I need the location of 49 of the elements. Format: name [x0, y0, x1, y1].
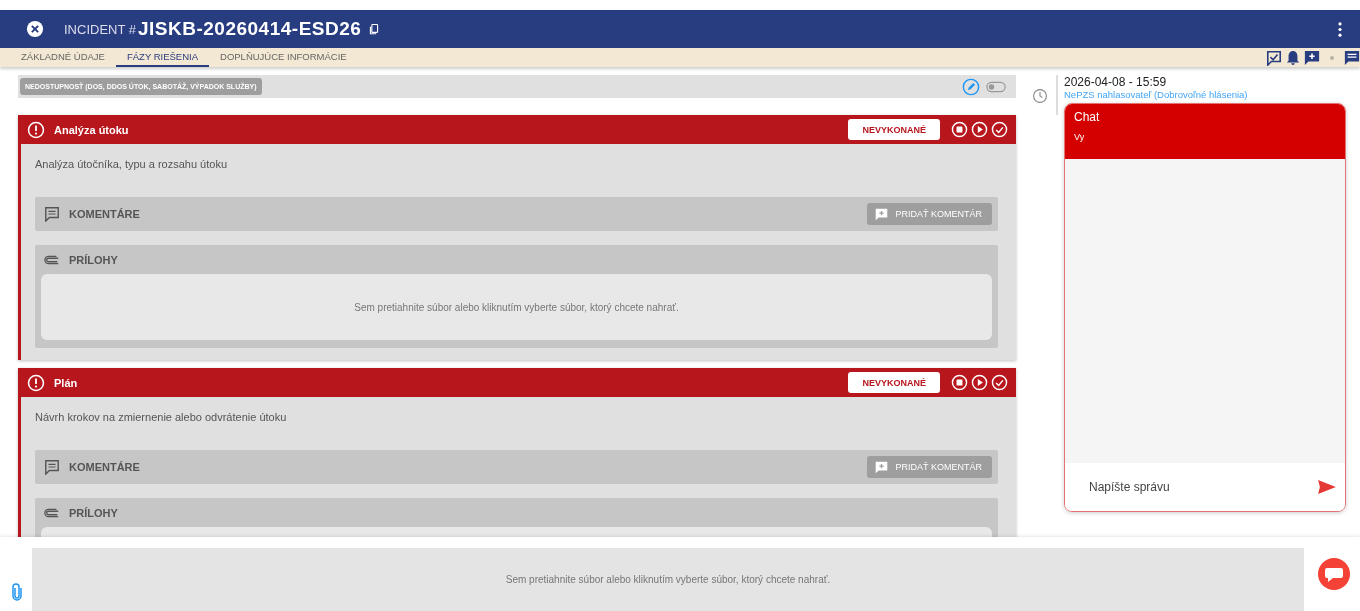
stop-icon[interactable]	[951, 121, 968, 138]
chat-subtitle: Vy	[1074, 132, 1086, 142]
alert-icon	[27, 120, 45, 139]
section-title: KOMENTÁRE	[69, 461, 140, 473]
section-title: KOMENTÁRE	[69, 208, 140, 220]
play-icon[interactable]	[971, 374, 988, 391]
phase-title: Plán	[54, 376, 78, 389]
comment-icon	[44, 459, 60, 475]
reporter-link[interactable]: NePZS nahlasovateľ (Dobrovoľné hlásenia)	[1064, 89, 1360, 100]
comment-icon[interactable]	[1344, 49, 1360, 66]
incident-id: JISKB-20260414-ESD26	[138, 18, 362, 40]
chat-title: Chat	[1074, 110, 1101, 124]
add-comment-button[interactable]: PRIDAŤ KOMENTÁR	[867, 203, 992, 225]
toggle-switch[interactable]	[986, 80, 1006, 93]
dot-icon	[1329, 54, 1335, 61]
tab[interactable]: ZÁKLADNÉ ÚDAJE	[10, 48, 116, 67]
close-icon[interactable]	[26, 20, 44, 38]
add-comment-icon	[875, 460, 889, 474]
comment-check-icon[interactable]	[1266, 49, 1282, 66]
timestamp: 2026-04-08 - 15:59	[1064, 75, 1168, 89]
section-title: PRÍLOHY	[69, 253, 118, 266]
tab[interactable]: DOPLŇUJÚCE INFORMÁCIE	[209, 48, 358, 67]
add-comment-icon[interactable]	[1304, 49, 1320, 66]
check-icon[interactable]	[991, 374, 1008, 391]
send-icon[interactable]	[1317, 479, 1337, 495]
stop-icon[interactable]	[951, 374, 968, 391]
bell-icon[interactable]	[1285, 49, 1301, 66]
play-icon[interactable]	[971, 121, 988, 138]
section-title: PRÍLOHY	[69, 506, 118, 519]
add-comment-button[interactable]: PRIDAŤ KOMENTÁR	[867, 456, 992, 478]
phase-description: Návrh krokov na zmiernenie alebo odvrátenie útoku	[35, 411, 288, 423]
clock-icon	[1032, 88, 1048, 104]
file-dropzone[interactable]: Sem pretiahnite súbor alebo kliknutím vyberte súbor, ktorý chcete nahrať.	[41, 274, 992, 340]
incident-label: INCIDENT #	[64, 21, 136, 37]
status-button[interactable]: NEVYKONANÉ	[848, 119, 940, 140]
comment-icon	[44, 206, 60, 222]
paperclip-icon[interactable]	[12, 583, 22, 601]
check-icon[interactable]	[991, 121, 1008, 138]
add-comment-icon	[875, 207, 889, 221]
phase-title: Analýza útoku	[54, 123, 129, 136]
message-input[interactable]: Napíšte správu	[1087, 479, 1317, 495]
phase-description: Analýza útočníka, typu a rozsahu útoku	[35, 158, 228, 170]
chat-bubble-icon[interactable]	[1318, 558, 1350, 590]
more-menu-icon[interactable]	[1338, 21, 1342, 37]
file-dropzone[interactable]: Sem pretiahnite súbor alebo kliknutím vyberte súbor, ktorý chcete nahrať.	[32, 548, 1304, 611]
tab[interactable]: FÁZY RIEŠENIA	[115, 48, 210, 67]
status-button[interactable]: NEVYKONANÉ	[848, 372, 940, 393]
copy-icon[interactable]	[369, 22, 380, 36]
alert-icon	[27, 373, 45, 392]
